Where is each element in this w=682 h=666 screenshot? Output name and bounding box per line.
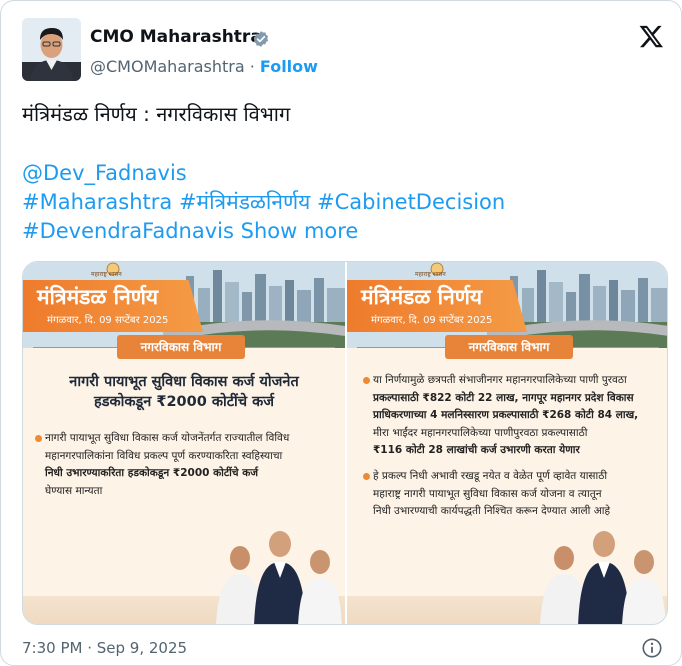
banner-date: मंगळवार, दि. 09 सप्टेंबर 2025 [47, 315, 169, 326]
avatar[interactable] [22, 18, 81, 81]
department-badge: नगरविकास विभाग [117, 335, 245, 359]
bullet-point: नागरी पायाभूत सुविधा विकास कर्ज योजनेंतर… [35, 430, 340, 500]
tweet-card: CMO Maharashtra @CMOMaharashtra · Follow… [0, 0, 682, 666]
follow-button[interactable]: Follow [260, 57, 318, 76]
bullet-line: मीरा भाईंदर महानगरपालिकेच्या पाणीपुरवठा … [373, 426, 588, 439]
x-logo-icon[interactable] [638, 23, 665, 50]
account-name[interactable]: CMO Maharashtra [90, 27, 262, 47]
hashtag-link[interactable]: #CabinetDecision [317, 190, 505, 214]
banner-date: मंगळवार, दि. 09 सप्टेंबर 2025 [371, 315, 493, 326]
bullet-line: नागरी पायाभूत सुविधा विकास कर्ज योजनेंतर… [45, 432, 290, 444]
media-image-2[interactable]: महाराष्ट्र शासन मंत्रिमंडळ निर्णय मंगळवा… [347, 262, 667, 624]
bullet-line: या निर्णयामुळे छत्रपती संभाजीनगर महानगरप… [373, 374, 627, 386]
verified-badge-icon [253, 31, 269, 47]
bullet-line: हे प्रकल्प निधी अभावी रखडू नयेत व वेळेत … [373, 470, 608, 482]
bullet-line: प्राधिकरणाच्या 4 मलनिस्सारण प्रकल्पासाठी… [373, 409, 639, 421]
bullet-point: हे प्रकल्प निधी अभावी रखडू नयेत व वेळेत … [363, 468, 665, 521]
banner-title: मंत्रिमंडळ निर्णय [361, 285, 483, 309]
emblem-label: महाराष्ट्र शासन [91, 271, 122, 278]
bullet-dot-icon [363, 473, 370, 480]
post-timestamp[interactable]: 7:30 PM · Sep 9, 2025 [22, 639, 187, 657]
handle-row: @CMOMaharashtra · Follow [90, 57, 318, 76]
account-handle[interactable]: @CMOMaharashtra [90, 57, 245, 76]
bullet-line: प्रकल्पासाठी ₹822 कोटी 22 लाख, नागपूर मह… [373, 391, 634, 404]
banner-title: मंत्रिमंडळ निर्णय [37, 285, 159, 309]
leaders-photo [216, 531, 342, 624]
media-image-1[interactable]: महाराष्ट्र शासन मंत्रिमंडळ निर्णय मंगळवा… [23, 262, 345, 624]
card-heading: नागरी पायाभूत सुविधा विकास कर्ज योजनेत ह… [51, 372, 317, 412]
emblem-label: महाराष्ट्र शासन [415, 271, 446, 278]
bullet-dot-icon [363, 377, 370, 384]
hashtag-link[interactable]: #मंत्रिमंडळनिर्णय [179, 190, 310, 214]
hashtag-link[interactable]: #DevendraFadnavis [22, 219, 234, 243]
info-icon[interactable] [641, 637, 663, 659]
bullet-line: महाराष्ट्र नागरी पायाभूत सुविधा विकास कर… [373, 487, 602, 500]
leaders-photo [540, 531, 666, 624]
show-more-link[interactable]: Show more [241, 219, 359, 243]
hashtag-link[interactable]: #Maharashtra [22, 190, 172, 214]
separator: · [249, 57, 255, 76]
post-body: @Dev_Fadnavis #Maharashtra #मंत्रिमंडळनि… [22, 159, 505, 246]
card-heading-line: नागरी पायाभूत सुविधा विकास कर्ज योजनेत [69, 374, 299, 390]
mention-link[interactable]: @Dev_Fadnavis [22, 161, 187, 185]
bullet-dot-icon [35, 435, 42, 442]
department-badge: नगरविकास विभाग [445, 335, 573, 359]
bullet-point: या निर्णयामुळे छत्रपती संभाजीनगर महानगरप… [363, 372, 665, 460]
card-heading-line: हडकोकडून ₹2000 कोटींचे कर्ज [94, 394, 274, 410]
post-title: मंत्रिमंडळ निर्णय : नगरविकास विभाग [22, 102, 291, 126]
bullet-line: निधी उभारण्याची कार्यपद्धती निश्चित करून… [373, 505, 611, 517]
bullet-line: घेण्यास मान्यता [45, 484, 103, 497]
bullet-line: महानगरपालिकांना विविध प्रकल्प पूर्ण करण्… [45, 449, 283, 462]
media-gallery: महाराष्ट्र शासन मंत्रिमंडळ निर्णय मंगळवा… [22, 261, 668, 625]
bullet-line: ₹116 कोटी 28 लाखांची कर्ज उभारणी करता ये… [373, 444, 580, 456]
bullet-line: निधी उभारण्याकरिता हडकोकडून ₹2000 कोटींच… [45, 467, 259, 479]
